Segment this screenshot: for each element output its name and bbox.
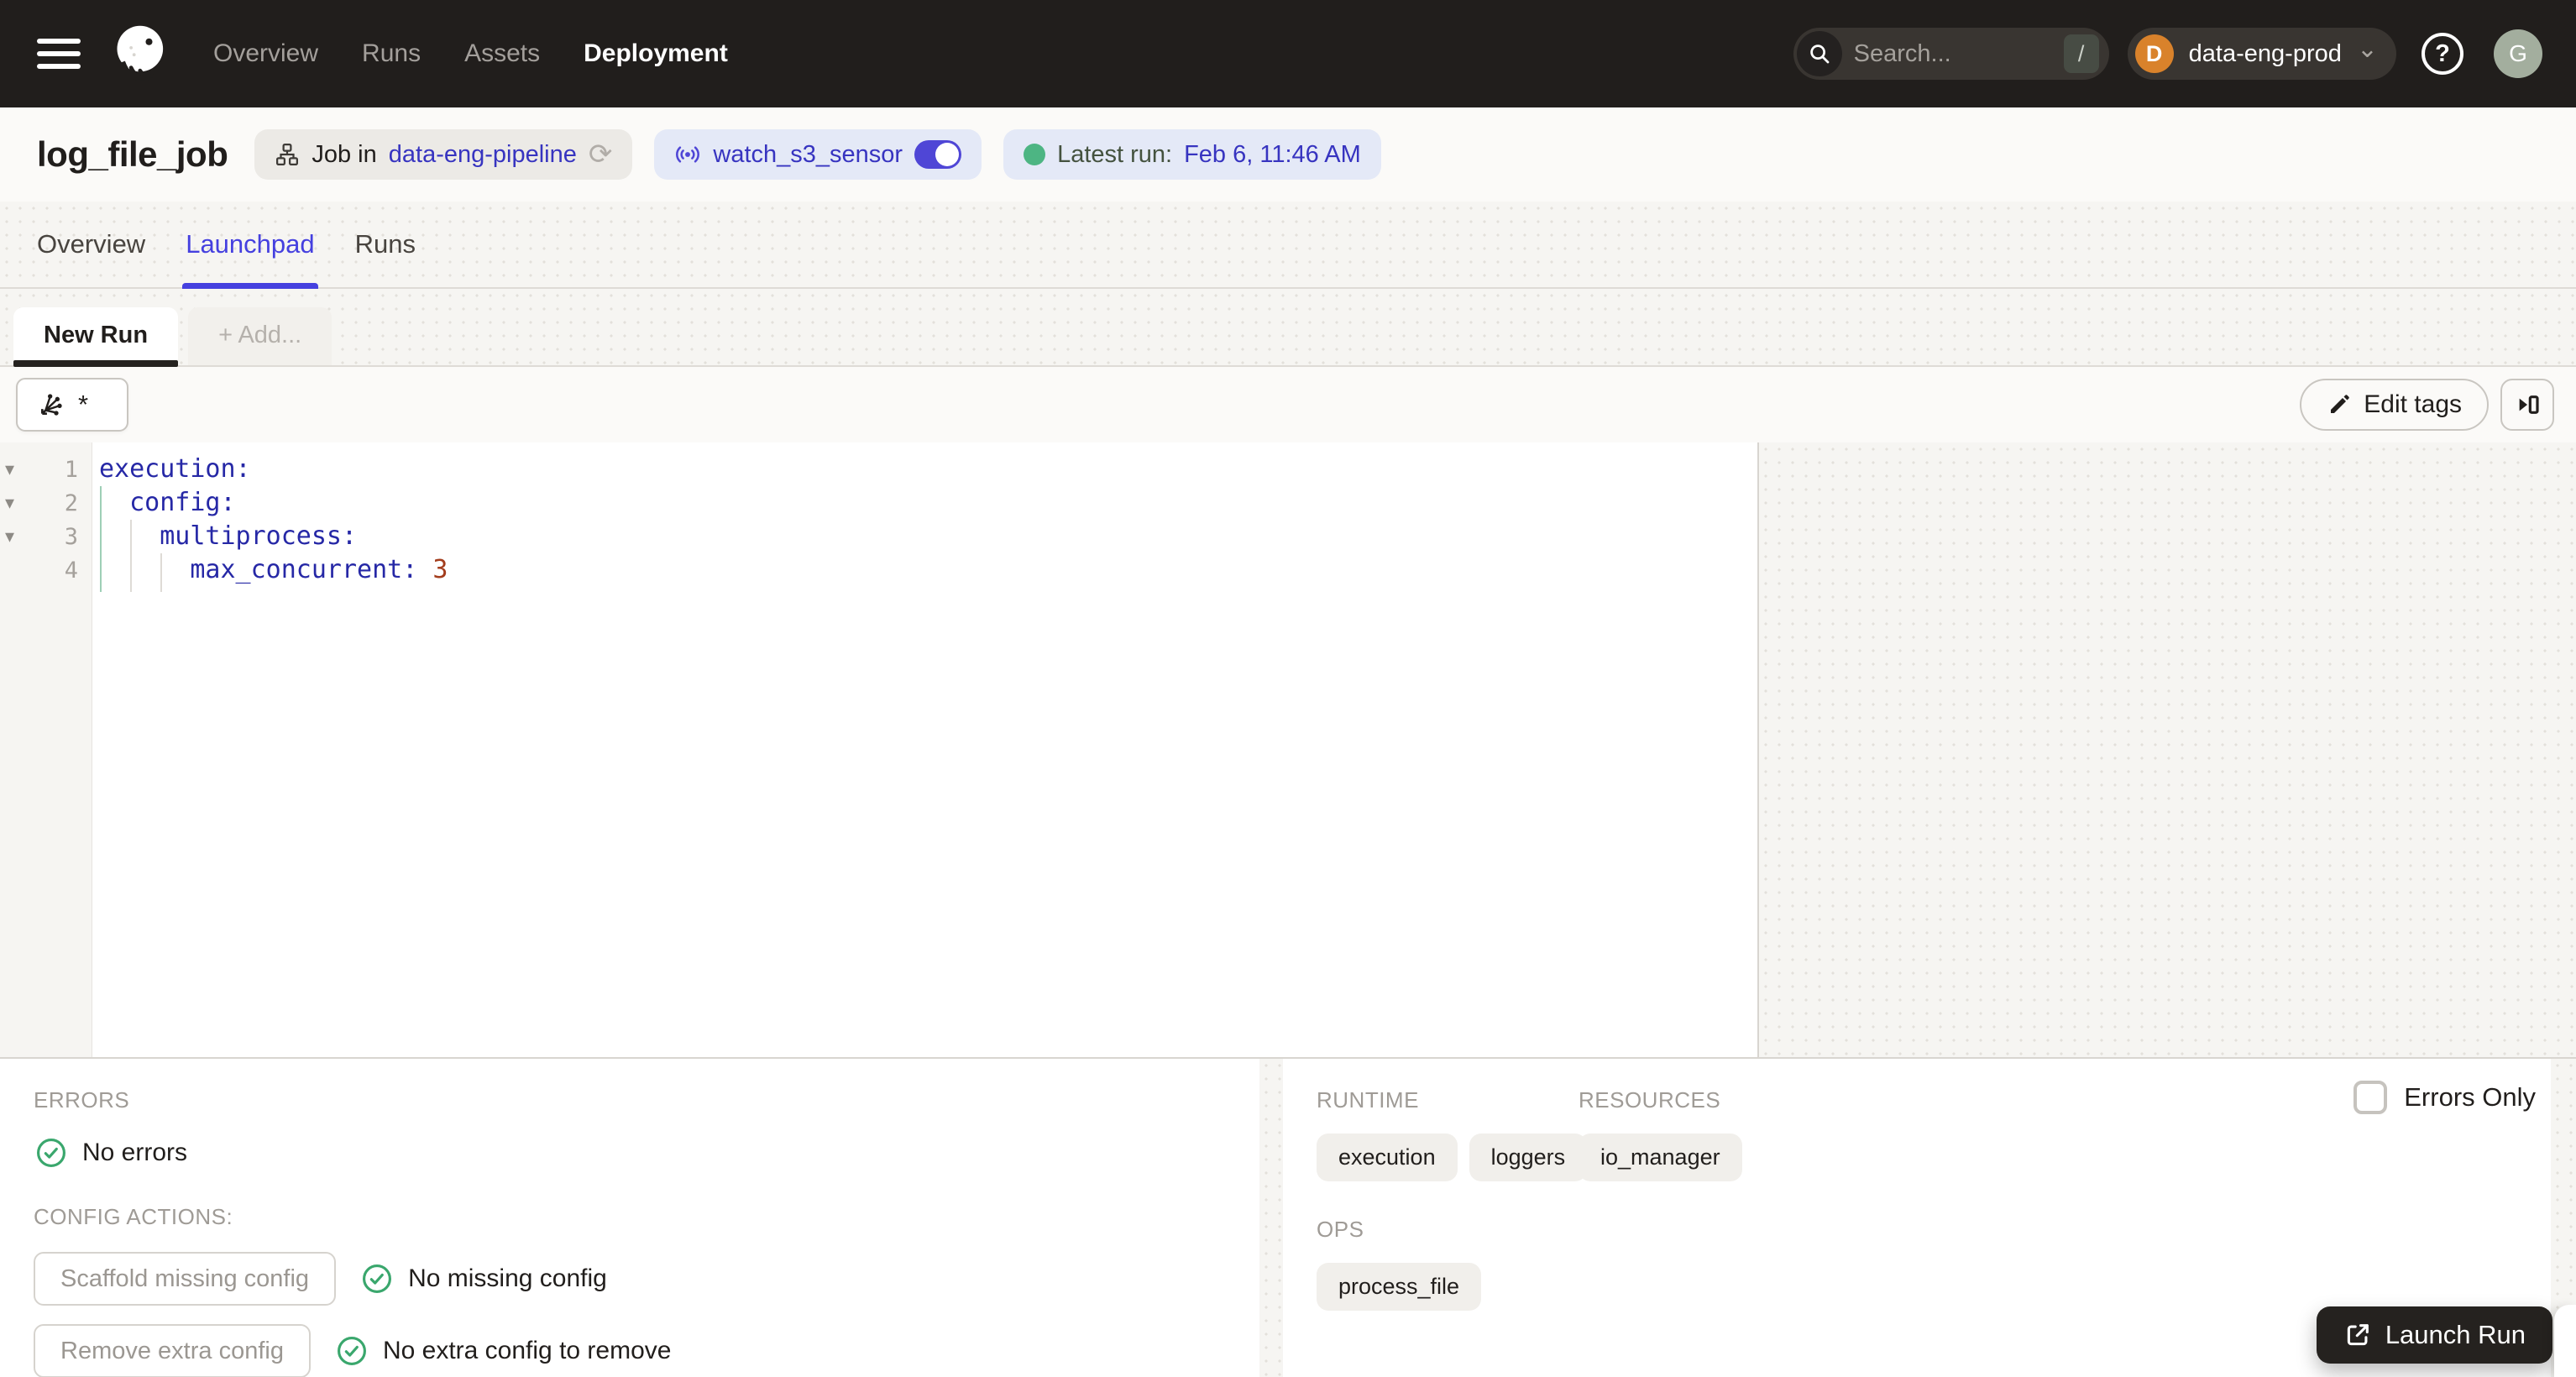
resources-heading: RESOURCES [1579,1087,1721,1113]
page-title: log_file_job [37,134,228,174]
errors-only-label: Errors Only [2404,1082,2536,1112]
run-status-dot [1024,144,1046,165]
errors-only-checkbox[interactable] [2353,1081,2388,1114]
job-in-label: Job in [312,140,377,168]
config-tag-execution[interactable]: execution [1317,1134,1458,1181]
check-circle-icon [363,1264,392,1293]
config-tag-process-file[interactable]: process_file [1317,1263,1482,1311]
ops-heading: OPS [1317,1217,1364,1242]
line-number: 1 [64,456,78,483]
fold-arrow-icon[interactable]: ▾ [5,526,14,547]
sensor-toggle[interactable] [914,140,962,169]
dagster-logo-icon[interactable] [109,22,173,86]
scaffold-missing-config-button[interactable]: Scaffold missing config [34,1252,337,1306]
remove-extra-config-button[interactable]: Remove extra config [34,1324,311,1377]
latest-run-link[interactable]: Feb 6, 11:46 AM [1184,141,1361,169]
config-actions-heading: CONFIG ACTIONS: [34,1204,233,1229]
add-config-tab-button[interactable]: + Add... [188,307,332,365]
code-line: config: [99,488,236,517]
op-selector-icon [41,394,62,416]
search-icon [1796,31,1842,76]
nav-overview[interactable]: Overview [213,39,318,68]
search-shortcut-badge: / [2063,34,2099,73]
code-area[interactable]: execution: config: multiprocess: max_con… [92,442,1757,1057]
help-icon[interactable]: ? [2422,33,2463,75]
offscreen-floating-element [2554,1305,2576,1377]
line-number: 3 [64,523,78,550]
code-line: execution: [99,454,251,484]
fold-arrow-icon[interactable]: ▾ [5,458,14,480]
no-missing-config-row: No missing config [359,1261,607,1296]
sensor-link[interactable]: watch_s3_sensor [713,141,903,169]
config-tag-loggers[interactable]: loggers [1469,1134,1588,1181]
deployment-avatar: D [2134,34,2174,73]
check-circle-icon [37,1139,65,1167]
code-line: max_concurrent: 3 [99,555,448,584]
latest-run-label: Latest run: [1057,140,1173,168]
launchpad-toolbar: * Edit tags [0,367,2576,442]
errors-only-control: Errors Only [2353,1081,2536,1114]
code-line: multiprocess: [99,521,358,551]
op-selector-value: * [78,390,89,419]
no-missing-config-text: No missing config [408,1264,607,1292]
bottom-panels: ERRORS No errors CONFIG ACTIONS: Scaffol… [0,1059,2576,1377]
config-tag-io-manager[interactable]: io_manager [1579,1134,1742,1181]
repo-link[interactable]: data-eng-pipeline [389,141,577,169]
deployment-name: data-eng-prod [2188,39,2342,67]
yaml-editor[interactable]: ▾ 1 ▾ 2 ▾ 3 4 execution: config: multipr… [0,442,1759,1057]
page-tabs: Overview Launchpad Runs [0,202,2576,289]
search-box[interactable]: / [1793,28,2109,80]
op-selection-input[interactable]: * [16,378,128,432]
launch-run-button[interactable]: Launch Run [2316,1306,2552,1364]
dagster-launchpad-page: Overview Runs Assets Deployment / D data… [0,0,2576,1377]
reload-icon[interactable]: ⟳ [589,140,613,169]
job-icon [276,144,299,165]
job-location-pill: Job in data-eng-pipeline ⟳ [254,129,633,180]
errors-panel: ERRORS No errors CONFIG ACTIONS: Scaffol… [0,1059,1259,1377]
nav-assets[interactable]: Assets [464,39,540,68]
line-number: 2 [64,490,78,516]
no-errors-row: No errors [34,1135,1259,1170]
sensor-pill: watch_s3_sensor [654,129,982,180]
expand-panel-button[interactable] [2500,379,2554,431]
errors-heading: ERRORS [34,1087,130,1113]
tab-launchpad[interactable]: Launchpad [182,202,319,289]
latest-run-pill: Latest run: Feb 6, 11:46 AM [1003,129,1381,180]
runtime-heading: RUNTIME [1317,1087,1419,1113]
top-nav: Overview Runs Assets Deployment / D data… [0,0,2576,107]
job-header: log_file_job Job in data-eng-pipeline ⟳ … [0,107,2576,202]
nav-deployment[interactable]: Deployment [584,39,728,68]
nav-items: Overview Runs Assets Deployment [213,39,728,68]
nav-runs[interactable]: Runs [362,39,421,68]
search-input[interactable] [1841,39,2064,68]
fold-arrow-icon[interactable]: ▾ [5,492,14,514]
editor-gutter: ▾ 1 ▾ 2 ▾ 3 4 [0,442,92,1057]
launch-icon [2347,1324,2369,1346]
menu-icon[interactable] [37,39,81,69]
check-circle-icon [337,1337,366,1365]
no-extra-config-row: No extra config to remove [334,1333,672,1369]
no-extra-config-text: No extra config to remove [382,1337,672,1364]
tab-runs[interactable]: Runs [355,202,416,287]
sensor-icon [676,146,700,163]
tab-overview[interactable]: Overview [37,202,145,287]
user-avatar[interactable]: G [2494,29,2542,78]
run-config-tabs: New Run + Add... [0,289,2576,367]
edit-tags-button[interactable]: Edit tags [2300,379,2489,431]
config-editor-split: ▾ 1 ▾ 2 ▾ 3 4 execution: config: multipr… [0,442,2576,1059]
pencil-icon [2331,395,2350,413]
tab-new-run[interactable]: New Run [13,307,179,367]
deployment-switcher[interactable]: D data-eng-prod ⌄ [2127,28,2396,80]
launch-run-label: Launch Run [2385,1320,2526,1349]
open-right-panel-icon [2519,395,2539,414]
line-number: 4 [64,557,78,584]
edit-tags-label: Edit tags [2364,390,2462,418]
no-errors-text: No errors [82,1139,188,1166]
config-schema-panel [1759,442,2576,1057]
